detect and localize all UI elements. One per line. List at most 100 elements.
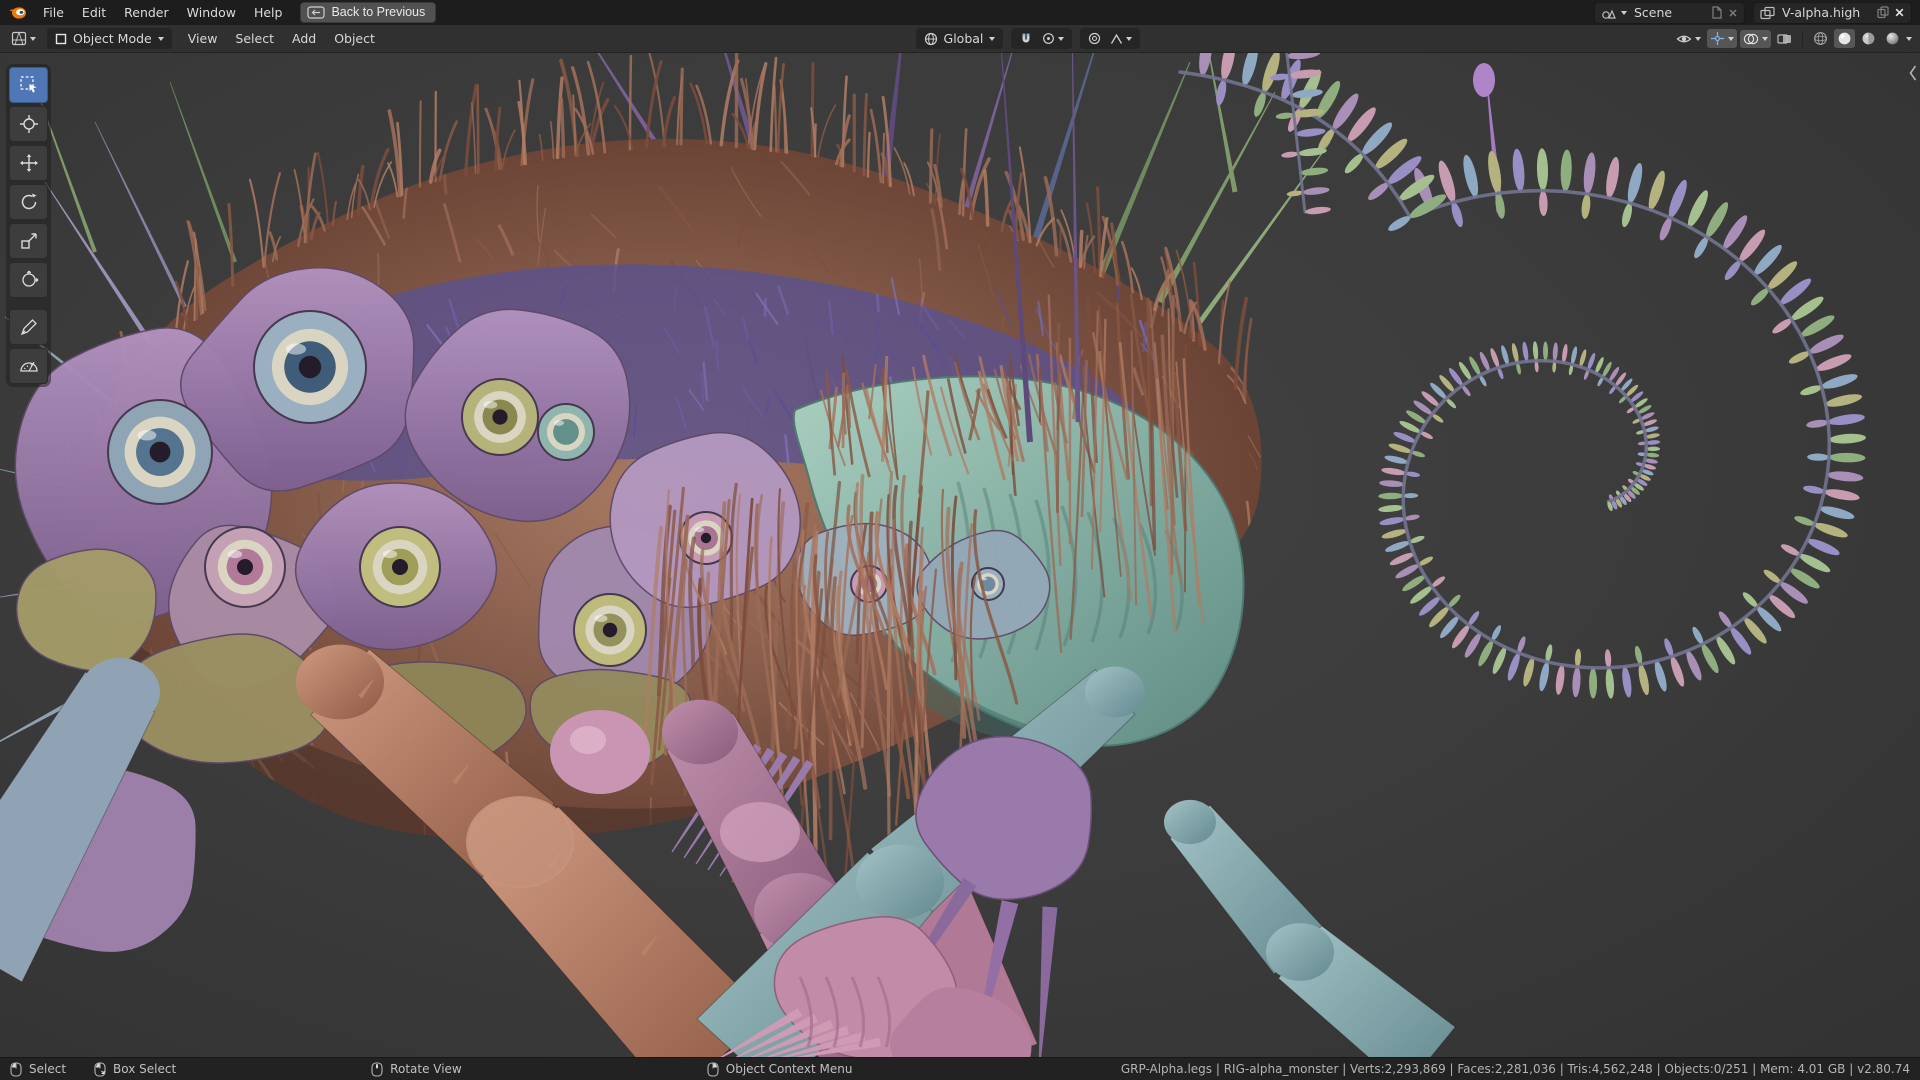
show-overlays-button[interactable] [1740, 30, 1771, 48]
gizmo-chevron-icon [1728, 37, 1734, 41]
tool-rotate-button[interactable] [9, 184, 48, 220]
cursor-icon [19, 114, 39, 134]
global-orientation-icon [924, 32, 938, 46]
keymap-select: Select [10, 1062, 66, 1077]
shading-wireframe-button[interactable] [1810, 29, 1831, 48]
gizmo-icon [1710, 31, 1725, 46]
status-bar: Select Box Select Rotate View [0, 1057, 1920, 1080]
snap-controls [1011, 28, 1072, 49]
wireframe-sphere-icon [1813, 31, 1828, 46]
view-layer-name: V-alpha.high [1780, 5, 1872, 20]
back-key-icon [307, 6, 325, 19]
snap-target-button[interactable] [1039, 30, 1067, 47]
rotate-icon [19, 192, 39, 212]
keymap-rotate-view: Rotate View [371, 1062, 462, 1077]
keymap-rotate-view-label: Rotate View [390, 1062, 462, 1076]
keymap-box-select-label: Box Select [113, 1062, 176, 1076]
scene-statistics: GRP-Alpha.legs | RIG-alpha_monster | Ver… [1121, 1062, 1910, 1076]
snap-target-icon [1042, 32, 1055, 45]
menu-file[interactable]: File [35, 2, 72, 23]
tool-shelf [6, 64, 51, 387]
visibility-chevron-icon [1695, 37, 1701, 41]
menu-help[interactable]: Help [246, 2, 291, 23]
toggle-xray-button[interactable] [1774, 30, 1795, 48]
move-icon [19, 153, 39, 173]
menu-render[interactable]: Render [116, 2, 177, 23]
view-layer-icon [1760, 6, 1775, 20]
tool-measure-button[interactable] [9, 348, 48, 384]
scene-selector[interactable]: Scene [1594, 2, 1745, 24]
tool-move-button[interactable] [9, 145, 48, 181]
tool-scale-button[interactable] [9, 223, 48, 259]
shading-material-button[interactable] [1858, 29, 1879, 48]
orientation-label: Global [944, 31, 984, 46]
mouse-middle-icon [371, 1062, 383, 1077]
object-mode-icon [55, 33, 67, 45]
viewport-menus: View Select Add Object [180, 28, 383, 49]
remove-view-layer-button[interactable] [1894, 7, 1905, 18]
tool-annotate-button[interactable] [9, 309, 48, 345]
xray-icon [1777, 32, 1792, 46]
overlays-chevron-icon [1762, 37, 1768, 41]
editor-3d-viewport-icon [11, 31, 27, 46]
material-sphere-icon [1861, 31, 1876, 46]
solid-sphere-icon [1837, 31, 1852, 46]
unlink-scene-button[interactable] [1728, 8, 1738, 18]
falloff-curve-icon [1110, 33, 1123, 45]
viewport-header-right [1673, 29, 1912, 48]
topbar-right: Scene [1594, 2, 1912, 24]
view-layer-selector[interactable]: V-alpha.high [1753, 2, 1912, 24]
shading-solid-button[interactable] [1834, 29, 1855, 48]
measure-icon [19, 356, 39, 376]
shading-chevron-icon[interactable] [1906, 37, 1912, 41]
viewport-header: Object Mode View Select Add Object Globa… [0, 25, 1920, 53]
snap-target-chevron-icon [1058, 37, 1064, 41]
viewport-3d[interactable] [0, 52, 1920, 1058]
transform-orientation-selector[interactable]: Global [916, 28, 1004, 49]
overlays-icon [1743, 32, 1759, 46]
menu-object[interactable]: Object [326, 28, 383, 49]
orientation-chevron-icon [989, 37, 995, 41]
magnet-icon [1019, 32, 1033, 46]
menu-edit[interactable]: Edit [74, 2, 114, 23]
falloff-chevron-icon [1126, 37, 1132, 41]
topbar: File Edit Render Window Help Back to Pre… [0, 0, 1920, 25]
creature-render [0, 52, 1920, 1058]
blender-window: File Edit Render Window Help Back to Pre… [0, 0, 1920, 1080]
object-visibility-button[interactable] [1673, 30, 1704, 48]
sidebar-toggle-arrow[interactable] [1908, 64, 1918, 82]
back-to-previous-button[interactable]: Back to Previous [300, 2, 436, 23]
mode-label: Object Mode [73, 31, 152, 46]
tool-transform-button[interactable] [9, 262, 48, 298]
snap-toggle-button[interactable] [1016, 30, 1036, 48]
menu-view[interactable]: View [180, 28, 226, 49]
keymap-box-select: Box Select [94, 1062, 176, 1077]
menu-add[interactable]: Add [284, 28, 324, 49]
show-gizmo-button[interactable] [1707, 29, 1737, 48]
shading-rendered-button[interactable] [1882, 29, 1903, 48]
mouse-left-drag-icon [94, 1062, 106, 1077]
scene-icon [1601, 6, 1616, 20]
tool-cursor-button[interactable] [9, 106, 48, 142]
new-scene-button[interactable] [1711, 6, 1723, 19]
keymap-context-menu: Object Context Menu [707, 1062, 853, 1077]
editor-type-button[interactable] [8, 29, 39, 48]
mouse-left-icon [10, 1062, 22, 1077]
back-to-previous-label: Back to Previous [331, 5, 425, 19]
menu-window[interactable]: Window [179, 2, 244, 23]
annotate-pen-icon [19, 317, 39, 337]
blender-logo-icon[interactable] [8, 5, 27, 20]
scene-name: Scene [1632, 5, 1706, 20]
transform-icon [19, 270, 39, 290]
tool-select-box-button[interactable] [9, 67, 48, 103]
proportional-editing-controls [1080, 28, 1140, 49]
select-box-icon [19, 75, 39, 95]
proportional-editing-toggle[interactable] [1085, 30, 1104, 47]
menu-select[interactable]: Select [227, 28, 282, 49]
copy-view-layer-button[interactable] [1877, 6, 1889, 19]
scale-icon [19, 231, 39, 251]
mode-chevron-icon [158, 37, 164, 41]
mouse-right-icon [707, 1062, 719, 1077]
proportional-falloff-button[interactable] [1107, 31, 1135, 47]
mode-selector[interactable]: Object Mode [47, 28, 172, 49]
